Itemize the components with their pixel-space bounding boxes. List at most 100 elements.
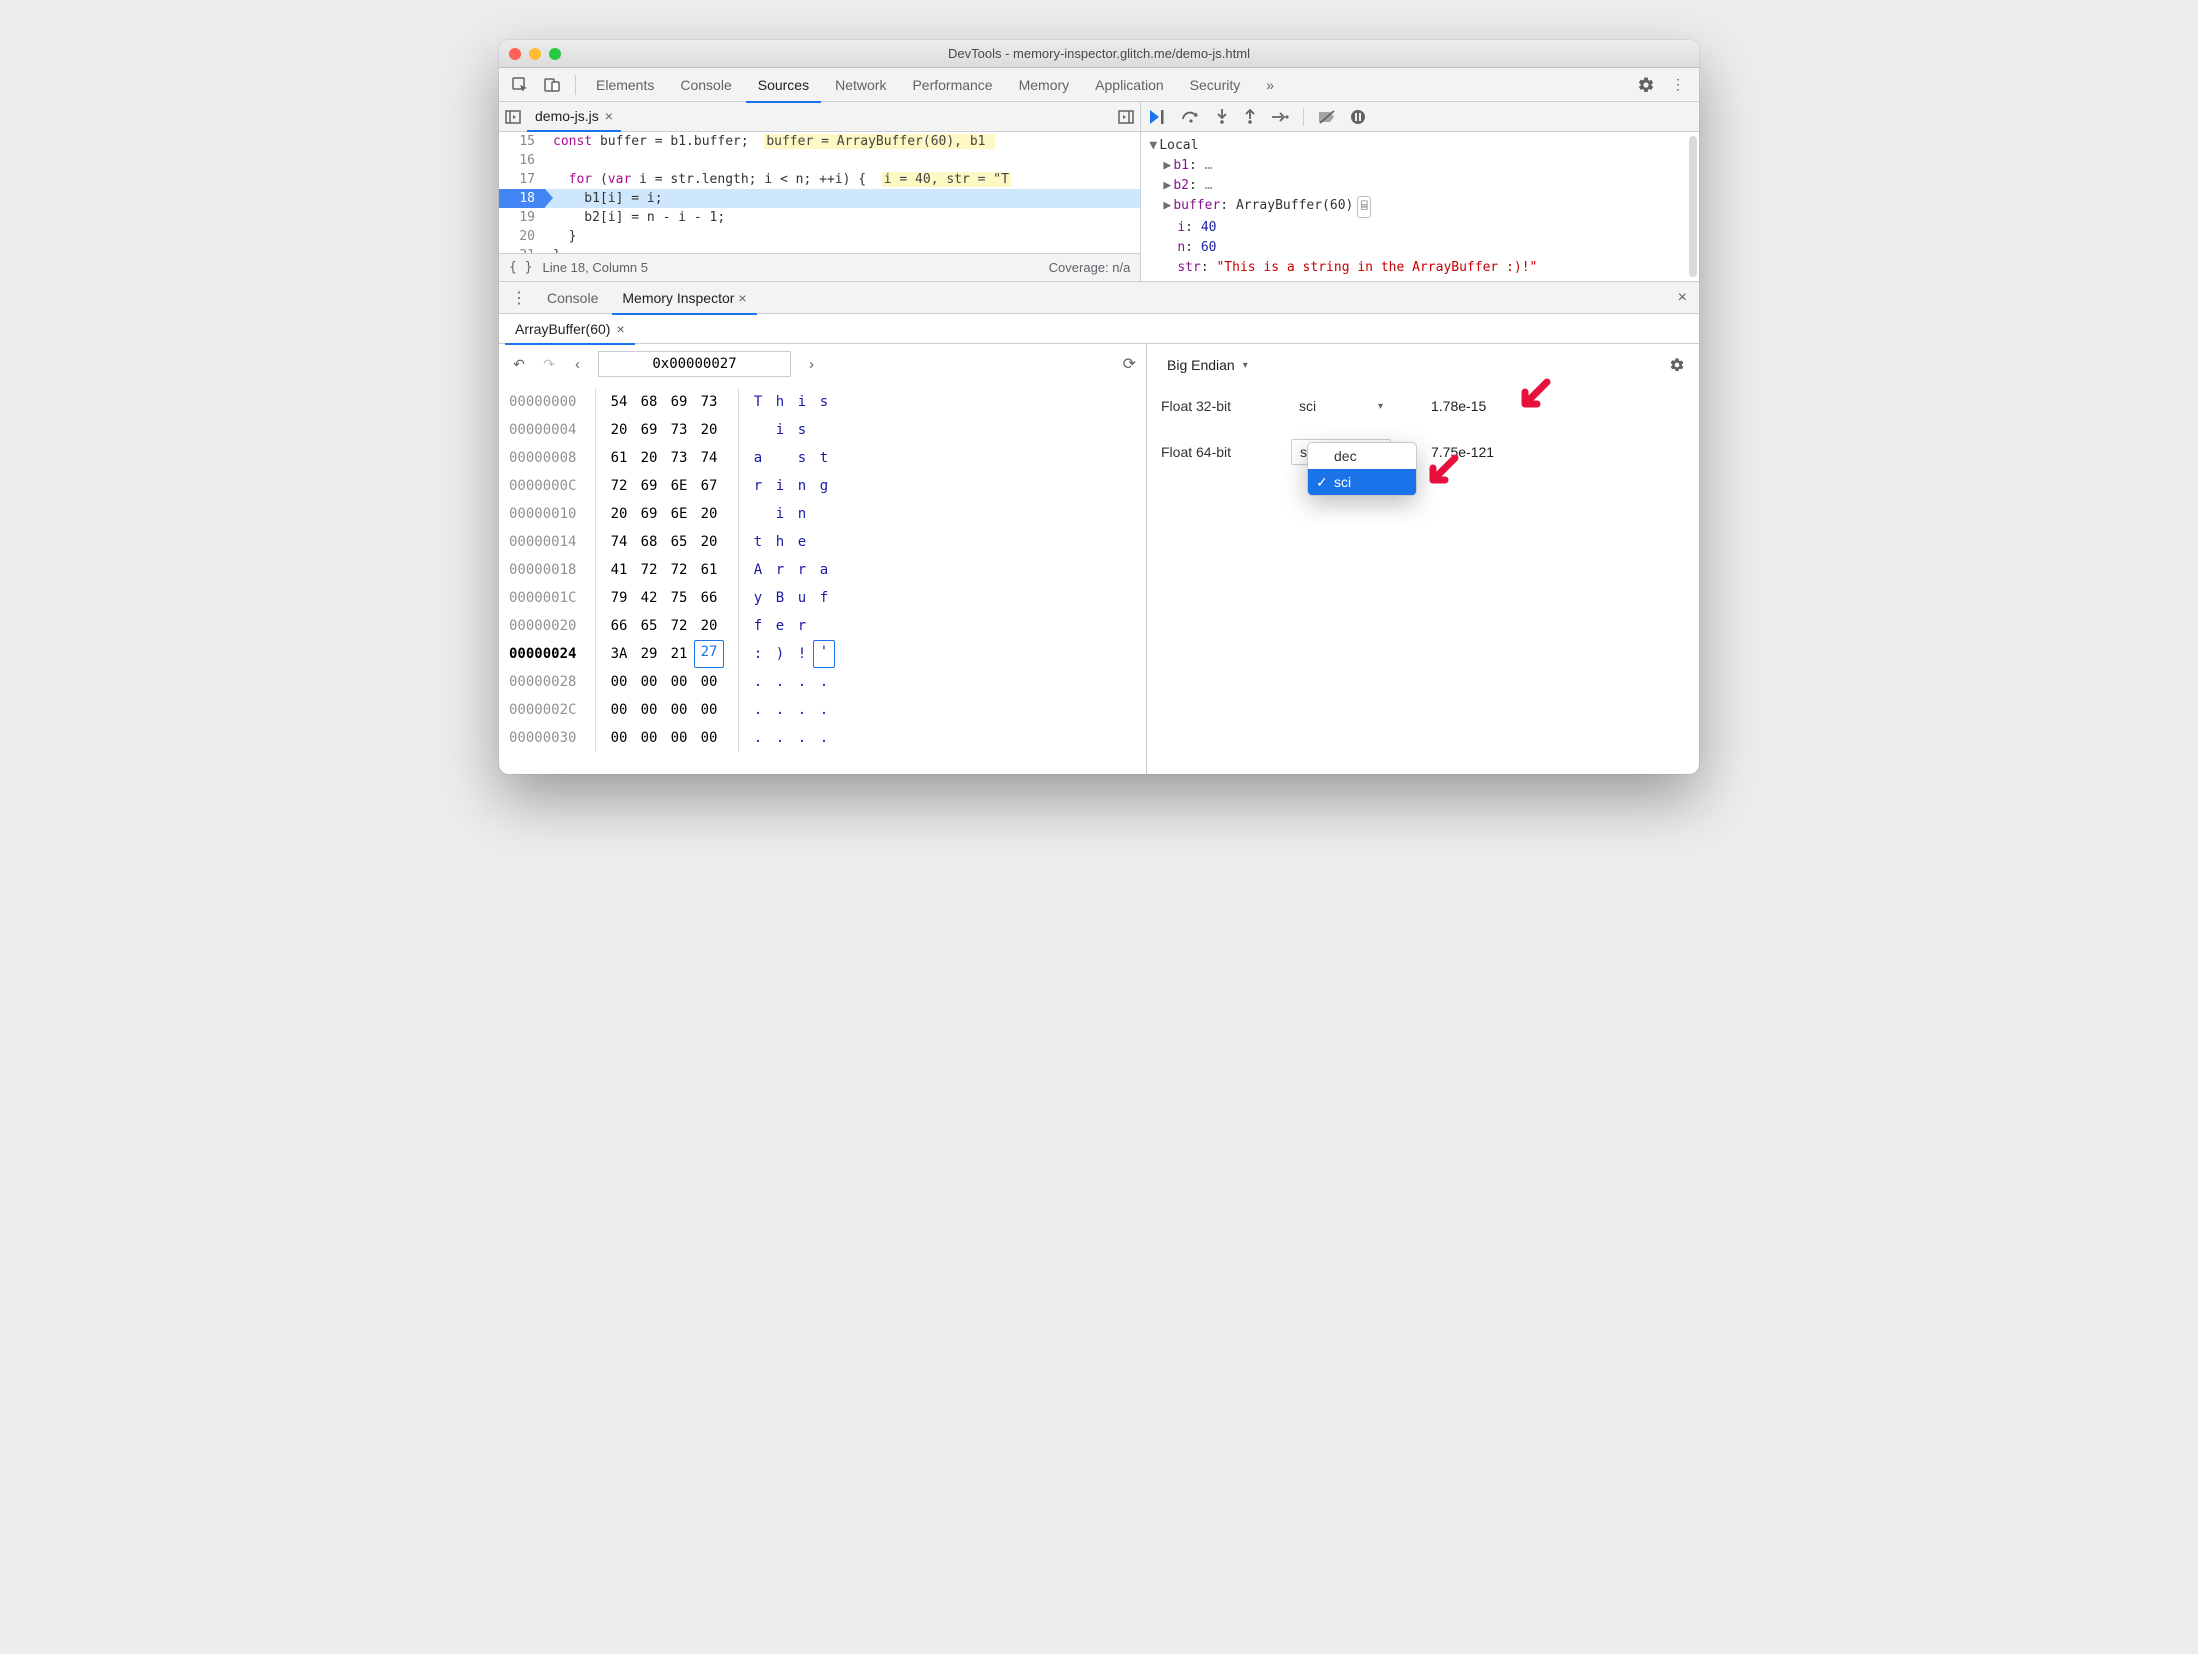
close-memory-tab-icon[interactable]: × (616, 314, 624, 344)
navigator-toggle-icon[interactable] (505, 110, 521, 124)
hex-byte[interactable]: 21 (664, 640, 694, 668)
step-out-icon[interactable] (1243, 109, 1257, 125)
scope-var-b1[interactable]: ▶b1: … (1149, 156, 1699, 176)
close-window-button[interactable] (509, 48, 521, 60)
line-number[interactable]: 16 (499, 151, 545, 170)
ascii-char[interactable]: B (769, 584, 791, 612)
ascii-char[interactable]: a (813, 556, 835, 584)
ascii-char[interactable]: ' (813, 640, 835, 668)
hex-byte[interactable]: 72 (664, 612, 694, 640)
ascii-char[interactable]: . (813, 668, 835, 696)
ascii-char[interactable]: a (747, 444, 769, 472)
ascii-char[interactable] (813, 416, 835, 444)
ascii-char[interactable]: i (791, 388, 813, 416)
scope-var-b2[interactable]: ▶b2: … (1149, 176, 1699, 196)
ascii-char[interactable]: e (769, 612, 791, 640)
hex-byte[interactable]: 20 (634, 444, 664, 472)
ascii-char[interactable]: ) (769, 640, 791, 668)
ascii-char[interactable]: h (769, 528, 791, 556)
current-line-number[interactable]: 18 (499, 189, 545, 208)
resume-icon[interactable] (1149, 109, 1167, 125)
ascii-char[interactable] (769, 444, 791, 472)
source-file-tab[interactable]: demo-js.js × (527, 102, 621, 132)
hex-byte[interactable]: 6E (664, 500, 694, 528)
hex-byte[interactable]: 72 (604, 472, 634, 500)
zoom-window-button[interactable] (549, 48, 561, 60)
hex-byte[interactable]: 27 (694, 640, 724, 668)
hex-byte[interactable]: 67 (694, 472, 724, 500)
ascii-char[interactable]: g (813, 472, 835, 500)
hex-byte[interactable]: 72 (664, 556, 694, 584)
ascii-char[interactable]: . (747, 724, 769, 752)
ascii-char[interactable]: i (769, 472, 791, 500)
inspect-element-icon[interactable] (505, 70, 535, 100)
hex-byte[interactable]: 20 (694, 612, 724, 640)
tab-console[interactable]: Console (668, 68, 743, 102)
ascii-char[interactable]: n (791, 500, 813, 528)
settings-gear-icon[interactable] (1631, 70, 1661, 100)
ascii-char[interactable]: r (747, 472, 769, 500)
ascii-char[interactable]: t (747, 528, 769, 556)
memory-tab-arraybuffer[interactable]: ArrayBuffer(60) × (505, 314, 635, 344)
option-sci[interactable]: sci (1308, 469, 1416, 495)
pretty-print-icon[interactable]: { } (509, 260, 532, 275)
scope-local-header[interactable]: ▼Local (1149, 136, 1699, 156)
hex-byte[interactable]: 79 (604, 584, 634, 612)
ascii-char[interactable] (813, 500, 835, 528)
ascii-char[interactable]: r (791, 612, 813, 640)
line-number[interactable]: 15 (499, 132, 545, 151)
option-dec[interactable]: dec (1308, 443, 1416, 469)
code-editor[interactable]: 15const buffer = b1.buffer; buffer = Arr… (499, 132, 1140, 253)
ascii-char[interactable]: . (813, 696, 835, 724)
hex-byte[interactable]: 73 (664, 444, 694, 472)
hex-byte[interactable]: 61 (694, 556, 724, 584)
step-icon[interactable] (1271, 110, 1289, 124)
ascii-char[interactable]: i (769, 500, 791, 528)
ascii-char[interactable]: h (769, 388, 791, 416)
tab-application[interactable]: Application (1083, 68, 1176, 102)
hex-byte[interactable]: 74 (694, 444, 724, 472)
hex-byte[interactable]: 68 (634, 528, 664, 556)
hex-byte[interactable]: 00 (664, 696, 694, 724)
address-input[interactable] (598, 351, 791, 377)
hex-byte[interactable]: 74 (604, 528, 634, 556)
line-number[interactable]: 20 (499, 227, 545, 246)
hex-byte[interactable]: 00 (634, 668, 664, 696)
hex-byte[interactable]: 73 (694, 388, 724, 416)
deactivate-breakpoints-icon[interactable] (1318, 110, 1336, 124)
hex-byte[interactable]: 00 (664, 724, 694, 752)
hex-byte[interactable]: 75 (664, 584, 694, 612)
hex-byte[interactable]: 66 (694, 584, 724, 612)
hex-byte[interactable]: 00 (604, 724, 634, 752)
hex-byte[interactable]: 72 (634, 556, 664, 584)
line-number[interactable]: 17 (499, 170, 545, 189)
hex-byte[interactable]: 69 (634, 500, 664, 528)
hex-byte[interactable]: 20 (604, 500, 634, 528)
ascii-char[interactable]: t (813, 444, 835, 472)
hex-byte[interactable]: 00 (694, 668, 724, 696)
close-drawer-icon[interactable]: × (1672, 289, 1693, 307)
value-settings-icon[interactable] (1669, 357, 1685, 373)
endian-select[interactable]: Big Endian▾ (1161, 355, 1254, 375)
scope-var-buffer[interactable]: ▶buffer: ArrayBuffer(60)⌸ (1149, 196, 1699, 218)
hex-byte[interactable]: 54 (604, 388, 634, 416)
hex-byte[interactable]: 65 (664, 528, 694, 556)
ascii-char[interactable]: s (813, 388, 835, 416)
step-into-icon[interactable] (1215, 109, 1229, 125)
ascii-char[interactable]: . (747, 668, 769, 696)
prev-page-icon[interactable]: ‹ (569, 356, 586, 373)
ascii-char[interactable] (813, 528, 835, 556)
ascii-char[interactable]: . (791, 724, 813, 752)
hex-byte[interactable]: 00 (664, 668, 694, 696)
drawer-tab-console[interactable]: Console (537, 282, 608, 314)
device-toolbar-icon[interactable] (537, 70, 567, 100)
hex-byte[interactable]: 00 (634, 696, 664, 724)
hex-byte[interactable]: 00 (694, 724, 724, 752)
ascii-char[interactable] (813, 612, 835, 640)
tab-elements[interactable]: Elements (584, 68, 666, 102)
tabs-overflow[interactable]: » (1254, 68, 1286, 102)
hex-byte[interactable]: 69 (634, 472, 664, 500)
next-page-icon[interactable]: › (803, 356, 820, 373)
hex-byte[interactable]: 65 (634, 612, 664, 640)
line-number[interactable]: 19 (499, 208, 545, 227)
